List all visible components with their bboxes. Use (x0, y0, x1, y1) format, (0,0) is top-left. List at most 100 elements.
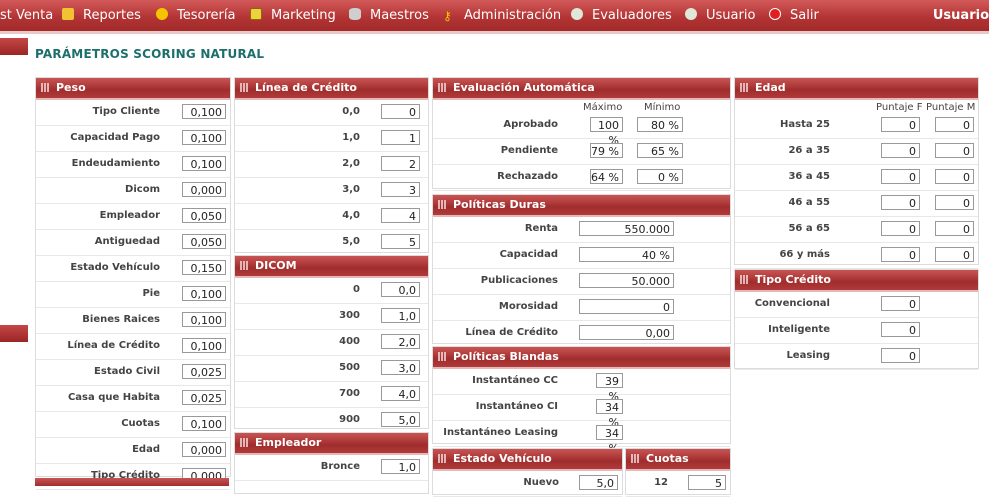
peso-row: Tipo Crédito 0,000 (36, 464, 230, 490)
tipo-credito-row-value-input[interactable]: 0 (881, 348, 920, 363)
panel-header-empleador: Empleador (235, 433, 428, 455)
edad-row-f-input[interactable]: 0 (881, 117, 920, 132)
edad-row-m-input[interactable]: 0 (935, 117, 974, 132)
edad-row-label: 26 a 35 (788, 145, 830, 156)
grip-icon (438, 454, 446, 463)
monitor-icon (250, 8, 262, 20)
menu-item-venta[interactable]: st Venta (0, 8, 53, 23)
linea-credito-row-value-input[interactable]: 1 (381, 130, 420, 145)
dicom-row-value-input[interactable]: 0,0 (381, 282, 420, 297)
edad-row-f-input[interactable]: 0 (881, 143, 920, 158)
sidebar-tab-top[interactable] (0, 38, 28, 55)
dicom-row-value-input[interactable]: 1,0 (381, 308, 420, 323)
menu-item-marketing[interactable]: Marketing (250, 8, 336, 23)
grip-icon (740, 275, 748, 284)
edad-row-m-input[interactable]: 0 (935, 143, 974, 158)
edad-row-m-input[interactable]: 0 (935, 169, 974, 184)
evaluacion-row-max-input[interactable]: 64 % (590, 169, 623, 184)
menu-item-tesoreria[interactable]: Tesorería (156, 8, 235, 23)
linea-credito-row-value-input[interactable]: 4 (381, 208, 420, 223)
linea-credito-row-value-input[interactable]: 3 (381, 182, 420, 197)
evaluacion-row: Aprobado 100 % 80 % (433, 113, 730, 147)
tipo-credito-row-label: Convencional (754, 298, 830, 309)
tipo-credito-row: Convencional 0 (735, 292, 978, 318)
linea-credito-row-value-input[interactable]: 2 (381, 156, 420, 171)
peso-row-value-input[interactable]: 0,050 (182, 208, 226, 223)
menu-item-administracion[interactable]: ⚷ Administración (443, 8, 561, 23)
empleador-row-value-input[interactable]: 1,0 (381, 459, 420, 474)
peso-row-label: Bienes Raices (82, 314, 160, 325)
peso-row: Tipo Cliente 0,100 (36, 100, 230, 126)
edad-row-f-input[interactable]: 0 (881, 221, 920, 236)
dicom-row-value-input[interactable]: 4,0 (381, 386, 420, 401)
politicas-blandas-row-value-input[interactable]: 34 % (596, 399, 623, 429)
peso-row-value-input[interactable]: 0,000 (182, 442, 226, 457)
menu-item-reportes[interactable]: Reportes (62, 8, 141, 23)
menu-item-usuario[interactable]: Usuario (685, 8, 755, 23)
peso-row: Estado Civil 0,025 (36, 360, 230, 386)
dicom-row: 0 0,0 (235, 278, 428, 304)
edad-row-label: 66 y más (779, 249, 830, 260)
politicas-duras-row-value-input[interactable]: 50.000 (579, 273, 674, 288)
dicom-row-value-input[interactable]: 3,0 (381, 360, 420, 375)
peso-row-value-input[interactable]: 0,100 (182, 156, 226, 171)
peso-row: Estado Vehículo 0,150 (36, 256, 230, 282)
peso-row-value-input[interactable]: 0,100 (182, 416, 226, 431)
menu-item-maestros[interactable]: Maestros (349, 8, 429, 23)
peso-row: Bienes Raices 0,100 (36, 308, 230, 334)
edad-row-f-input[interactable]: 0 (881, 195, 920, 210)
edad-rows: Hasta 25 0 0 26 a 35 0 0 36 a 45 0 0 46 a 55 0 0 56 … (735, 113, 978, 269)
peso-row-value-input[interactable]: 0,100 (182, 286, 226, 301)
peso-row-value-input[interactable]: 0,150 (182, 260, 226, 275)
linea-credito-row-value-input[interactable]: 5 (381, 234, 420, 249)
evaluacion-row-label: Rechazado (497, 171, 558, 182)
politicas-blandas-row: Instantáneo CC 39 % (433, 369, 730, 403)
peso-row-value-input[interactable]: 0,050 (182, 234, 226, 249)
peso-row-value-input[interactable]: 0,100 (182, 104, 226, 119)
politicas-duras-row-value-input[interactable]: 550.000 (579, 221, 674, 236)
linea-credito-row: 3,0 3 (235, 178, 428, 204)
peso-row-value-input[interactable]: 0,025 (182, 364, 226, 379)
peso-row-value-input[interactable]: 0,100 (182, 312, 226, 327)
evaluacion-row-max-input[interactable]: 79 % (590, 143, 623, 158)
panel-tipo-credito: Tipo Crédito Convencional 0 Inteligente 0 Le… (734, 269, 979, 370)
politicas-blandas-row-value-input[interactable]: 34 % (596, 425, 623, 455)
edad-row-f-input[interactable]: 0 (881, 247, 920, 262)
empleador-rows: Bronce 1,0 (235, 455, 428, 481)
panel-header-linea-credito: Línea de Crédito (235, 78, 428, 100)
tipo-credito-row-value-input[interactable]: 0 (881, 296, 920, 311)
politicas-duras-row-value-input[interactable]: 0,00 (579, 325, 674, 340)
menu-item-evaluadores[interactable]: Evaluadores (571, 8, 672, 23)
peso-row-value-input[interactable]: 0,100 (182, 338, 226, 353)
menu-item-salir[interactable]: Salir (769, 8, 819, 23)
peso-row-value-input[interactable]: 0,100 (182, 130, 226, 145)
tipo-credito-row-value-input[interactable]: 0 (881, 322, 920, 337)
peso-row-value-input[interactable]: 0,025 (182, 390, 226, 405)
dicom-row-value-input[interactable]: 2,0 (381, 334, 420, 349)
user-label[interactable]: Usuario (933, 8, 989, 23)
evaluacion-row-min-input[interactable]: 80 % (637, 117, 683, 132)
panel-header-tipo-credito: Tipo Crédito (735, 270, 978, 292)
politicas-blandas-row-value-input[interactable]: 39 % (596, 373, 623, 403)
politicas-duras-row-value-input[interactable]: 40 % (579, 247, 674, 262)
edad-row-m-input[interactable]: 0 (935, 221, 974, 236)
grip-icon (631, 454, 639, 463)
linea-credito-row-value-input[interactable]: 0 (381, 104, 420, 119)
panel-linea-credito: Línea de Crédito 0,0 0 1,0 1 2,0 2 3,0 3 4,0 4 5,0… (234, 77, 429, 256)
tipo-credito-row: Inteligente 0 (735, 318, 978, 344)
empleador-row: Bronce 1,0 (235, 455, 428, 481)
estado-vehiculo-rows: Nuevo 5,0 (433, 471, 622, 497)
evaluacion-row-min-input[interactable]: 0 % (637, 169, 683, 184)
evaluacion-row-max-input[interactable]: 100 % (590, 117, 623, 147)
evaluacion-row-min-input[interactable]: 65 % (637, 143, 683, 158)
dicom-row-value-input[interactable]: 5,0 (381, 412, 420, 427)
edad-row-m-input[interactable]: 0 (935, 195, 974, 210)
tipo-credito-rows: Convencional 0 Inteligente 0 Leasing 0 (735, 292, 978, 370)
edad-row-f-input[interactable]: 0 (881, 169, 920, 184)
peso-row-label: Tipo Cliente (92, 106, 160, 117)
sidebar-tab-middle[interactable] (0, 325, 28, 342)
peso-row-value-input[interactable]: 0,000 (182, 182, 226, 197)
panel-politicas-blandas: Políticas Blandas Instantáneo CC 39 % Inst… (432, 346, 731, 455)
edad-row-m-input[interactable]: 0 (935, 247, 974, 262)
politicas-duras-row-value-input[interactable]: 0 (579, 299, 674, 314)
